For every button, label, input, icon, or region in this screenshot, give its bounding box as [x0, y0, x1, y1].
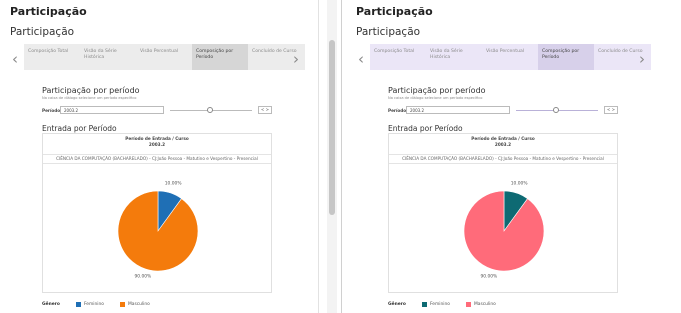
- legend-swatch-masculino: [466, 302, 471, 307]
- pie-chart-container: Período de Entrada / Curso 2003.2 CIÊNCI…: [388, 133, 618, 293]
- panel-divider: [318, 0, 319, 313]
- legend-swatch-feminino: [76, 302, 81, 307]
- period-stepper[interactable]: < >: [258, 106, 272, 114]
- chevron-left-icon[interactable]: ‹: [358, 50, 364, 68]
- period-slider-handle[interactable]: [553, 107, 559, 113]
- chevron-left-icon[interactable]: ‹: [12, 50, 18, 68]
- page-title: Participação: [356, 5, 433, 18]
- panel-right: Participação Participação ‹ Composição T…: [346, 0, 681, 313]
- page-subtitle: Participação: [10, 26, 75, 38]
- tab-composicao-total[interactable]: Composição Total: [370, 44, 427, 70]
- legend-title: Gênero: [388, 302, 406, 307]
- chevron-right-icon[interactable]: ›: [293, 50, 299, 68]
- legend-title: Gênero: [42, 302, 60, 307]
- page-subtitle: Participação: [356, 26, 421, 38]
- pie-data-label-feminino: 10.00%: [165, 180, 182, 186]
- period-filter-input[interactable]: 2003.2: [60, 106, 164, 114]
- legend-label-masculino: Masculino: [474, 302, 496, 307]
- tab-visao-percentual[interactable]: Visão Percentual: [482, 44, 539, 70]
- chevron-right-icon[interactable]: ›: [639, 50, 645, 68]
- legend-swatch-feminino: [422, 302, 427, 307]
- entrada-title: Entrada por Período: [388, 124, 463, 133]
- entrada-title: Entrada por Período: [42, 124, 117, 133]
- legend-label-feminino: Feminino: [84, 302, 104, 307]
- scrollbar[interactable]: [327, 0, 337, 313]
- page-title: Participação: [10, 5, 87, 18]
- tab-visao-percentual[interactable]: Visão Percentual: [136, 44, 193, 70]
- pie-data-label-masculino: 90.00%: [134, 274, 151, 280]
- period-slider-handle[interactable]: [207, 107, 213, 113]
- legend-swatch-masculino: [120, 302, 125, 307]
- panel-separator: [341, 0, 342, 313]
- legend: Gênero Feminino Masculino: [42, 300, 282, 310]
- section-title: Participação por período: [42, 86, 140, 95]
- tab-strip: ‹ Composição Total Visão da Série Histór…: [0, 44, 330, 72]
- period-filter-label: Período: [388, 108, 407, 113]
- pie-slice-masculino[interactable]: [463, 190, 545, 272]
- pie-chart: 10.00% 90.00%: [463, 180, 545, 280]
- tab-strip: ‹ Composição Total Visão da Série Histór…: [346, 44, 676, 72]
- legend-label-feminino: Feminino: [430, 302, 450, 307]
- pie-chart-container: Período de Entrada / Curso 2003.2 CIÊNCI…: [42, 133, 272, 293]
- pie-slice-masculino[interactable]: [117, 190, 199, 272]
- panel-left: Participação Participação ‹ Composição T…: [0, 0, 335, 313]
- tab-visao-serie-historica[interactable]: Visão da Série Histórica: [80, 44, 137, 70]
- section-subtitle: Na caixa de diálogo selecione um período…: [388, 96, 483, 100]
- section-subtitle: Na caixa de diálogo selecione um período…: [42, 96, 137, 100]
- pie-data-label-feminino: 10.00%: [511, 180, 528, 186]
- legend-label-masculino: Masculino: [128, 302, 150, 307]
- period-stepper[interactable]: < >: [604, 106, 618, 114]
- period-filter-label: Período: [42, 108, 61, 113]
- pie-data-label-masculino: 90.00%: [480, 274, 497, 280]
- tab-composicao-total[interactable]: Composição Total: [24, 44, 81, 70]
- scrollbar-thumb[interactable]: [329, 40, 335, 215]
- period-filter-input[interactable]: 2003.2: [406, 106, 510, 114]
- legend: Gênero Feminino Masculino: [388, 300, 628, 310]
- tab-composicao-por-periodo[interactable]: Composição por Período: [192, 44, 249, 70]
- section-title: Participação por período: [388, 86, 486, 95]
- tab-visao-serie-historica[interactable]: Visão da Série Histórica: [426, 44, 483, 70]
- pie-chart: 10.00% 90.00%: [117, 180, 199, 280]
- tab-composicao-por-periodo[interactable]: Composição por Período: [538, 44, 595, 70]
